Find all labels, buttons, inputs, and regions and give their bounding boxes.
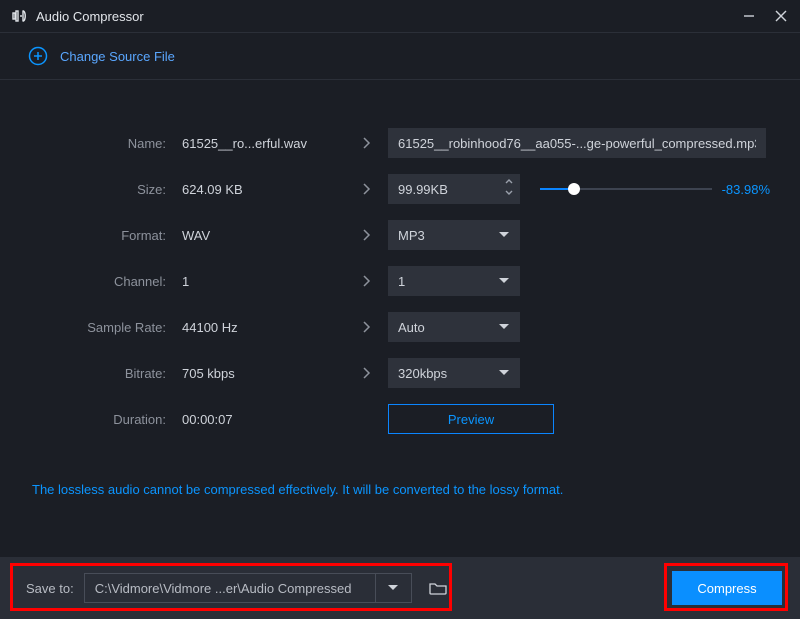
orig-name: 61525__ro...erful.wav (176, 136, 346, 151)
chevron-right-icon (346, 182, 388, 196)
preview-button[interactable]: Preview (388, 404, 554, 434)
footer: Save to: Compress (0, 557, 800, 619)
size-value: 99.99KB (398, 182, 448, 197)
app-icon (12, 9, 28, 23)
chevron-right-icon (346, 366, 388, 380)
folder-icon (429, 581, 447, 595)
size-slider[interactable] (540, 188, 712, 190)
channel-select[interactable]: 1 (388, 266, 520, 296)
chevron-down-icon (498, 277, 510, 285)
window-title: Audio Compressor (36, 9, 144, 24)
chevron-down-icon (498, 323, 510, 331)
preview-label: Preview (448, 412, 494, 427)
label-size: Size: (26, 182, 176, 197)
samplerate-value: Auto (398, 320, 425, 335)
step-down-icon[interactable] (504, 188, 514, 198)
titlebar: Audio Compressor (0, 0, 800, 32)
orig-duration: 00:00:07 (176, 412, 346, 427)
change-source-label[interactable]: Change Source File (60, 49, 175, 64)
chevron-right-icon (346, 228, 388, 242)
row-duration: Duration: 00:00:07 Preview (26, 396, 774, 442)
save-path-input[interactable] (84, 573, 376, 603)
compress-button[interactable]: Compress (672, 571, 782, 605)
label-channel: Channel: (26, 274, 176, 289)
chevron-down-icon (498, 369, 510, 377)
orig-channel: 1 (176, 274, 346, 289)
row-bitrate: Bitrate: 705 kbps 320kbps (26, 350, 774, 396)
step-up-icon[interactable] (504, 176, 514, 186)
orig-bitrate: 705 kbps (176, 366, 346, 381)
chevron-right-icon (346, 274, 388, 288)
label-duration: Duration: (26, 412, 176, 427)
change-source-row[interactable]: Change Source File (0, 33, 800, 79)
label-samplerate: Sample Rate: (26, 320, 176, 335)
row-format: Format: WAV MP3 (26, 212, 774, 258)
close-button[interactable] (774, 9, 788, 23)
bitrate-value: 320kbps (398, 366, 447, 381)
format-value: MP3 (398, 228, 425, 243)
row-channel: Channel: 1 1 (26, 258, 774, 304)
warning-text: The lossless audio cannot be compressed … (26, 442, 774, 497)
channel-value: 1 (398, 274, 405, 289)
slider-thumb[interactable] (568, 183, 580, 195)
size-stepper[interactable]: 99.99KB (388, 174, 520, 204)
bitrate-select[interactable]: 320kbps (388, 358, 520, 388)
orig-format: WAV (176, 228, 346, 243)
chevron-right-icon (346, 320, 388, 334)
orig-size: 624.09 KB (176, 182, 346, 197)
format-select[interactable]: MP3 (388, 220, 520, 250)
row-samplerate: Sample Rate: 44100 Hz Auto (26, 304, 774, 350)
samplerate-select[interactable]: Auto (388, 312, 520, 342)
size-percent: -83.98% (722, 182, 774, 197)
main-panel: Name: 61525__ro...erful.wav Size: 624.09… (0, 80, 800, 497)
plus-circle-icon (28, 46, 48, 66)
label-bitrate: Bitrate: (26, 366, 176, 381)
name-input[interactable] (388, 128, 766, 158)
chevron-right-icon (346, 136, 388, 150)
row-name: Name: 61525__ro...erful.wav (26, 120, 774, 166)
chevron-down-icon (498, 231, 510, 239)
label-name: Name: (26, 136, 176, 151)
compress-label: Compress (697, 581, 756, 596)
minimize-button[interactable] (742, 9, 756, 23)
orig-samplerate: 44100 Hz (176, 320, 346, 335)
open-folder-button[interactable] (420, 573, 456, 603)
row-size: Size: 624.09 KB 99.99KB -83.98% (26, 166, 774, 212)
label-format: Format: (26, 228, 176, 243)
save-to-label: Save to: (26, 581, 74, 596)
save-path-dropdown[interactable] (376, 573, 412, 603)
